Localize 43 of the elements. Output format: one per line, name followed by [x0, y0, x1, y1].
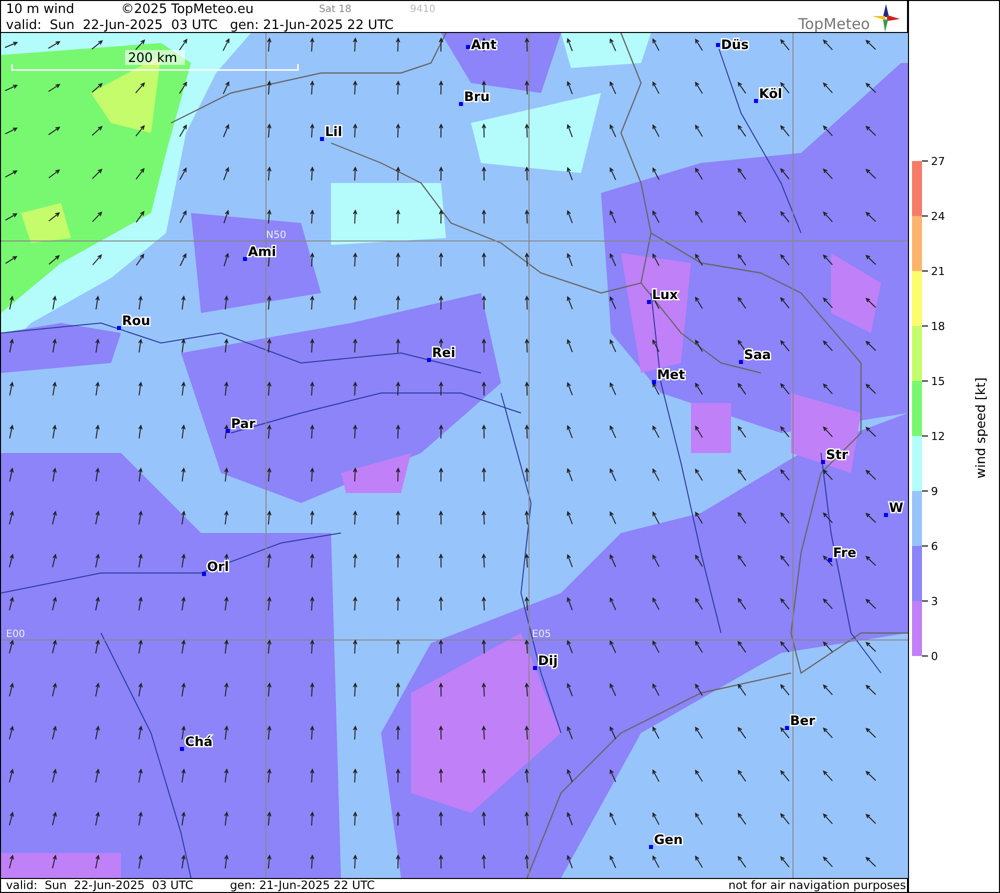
tick-label: 3: [931, 595, 938, 608]
tick-label: 18: [931, 320, 945, 333]
city-label: Lil: [325, 125, 342, 140]
city-label: Met: [657, 368, 685, 383]
tick-label: 0: [931, 650, 938, 663]
tick-label: 21: [931, 265, 945, 278]
valid-time: valid: Sun 22-Jun-2025 03 UTC: [5, 879, 194, 892]
scale-label: 200 km: [128, 51, 178, 66]
city-label: Rei: [432, 346, 456, 361]
city-label: Chá: [185, 735, 213, 750]
axis-title: wind speed [kt]: [974, 377, 989, 479]
city-label: Par: [231, 417, 256, 432]
city-label: Lux: [652, 288, 678, 303]
tick-label: 9: [931, 485, 938, 498]
city-label: Ami: [248, 245, 276, 260]
tick-label: 24: [931, 210, 945, 223]
city-label: Rou: [122, 314, 150, 329]
satellite-label: Sat 18: [319, 4, 352, 14]
city-label: Orl: [207, 560, 229, 575]
valid-time: valid: Sun 22-Jun-2025 03 UTC: [5, 18, 219, 32]
city-label: Köl: [759, 87, 782, 102]
tick-label: 27: [931, 155, 945, 168]
disclaimer-text: not for air navigation purposes: [728, 879, 907, 892]
city-label: Ber: [790, 714, 816, 729]
city-label: Saa: [744, 348, 771, 363]
city-label: Dij: [538, 654, 558, 669]
code-label: 9410: [410, 4, 436, 14]
generated-time: gen: 21-Jun-2025 22 UTC: [230, 879, 376, 892]
grid-label: E00: [6, 629, 26, 640]
tick-label: 6: [931, 540, 938, 553]
grid-label: N50: [266, 230, 286, 241]
tick-label: 15: [931, 375, 945, 388]
city-label: Fre: [833, 546, 856, 561]
logo-text: TopMeteo: [798, 16, 870, 33]
generated-time: gen: 21-Jun-2025 22 UTC: [230, 18, 394, 32]
city-label: Gen: [654, 833, 683, 848]
compass-star-icon: [872, 4, 900, 32]
city-label: W: [889, 501, 904, 516]
tick-label: 12: [931, 430, 945, 443]
city-label: Bru: [464, 90, 490, 105]
chart-title: 10 m wind: [5, 2, 76, 16]
grid-label: E05: [532, 629, 552, 640]
copyright-text: ©2025 TopMeteo.eu: [121, 2, 255, 16]
